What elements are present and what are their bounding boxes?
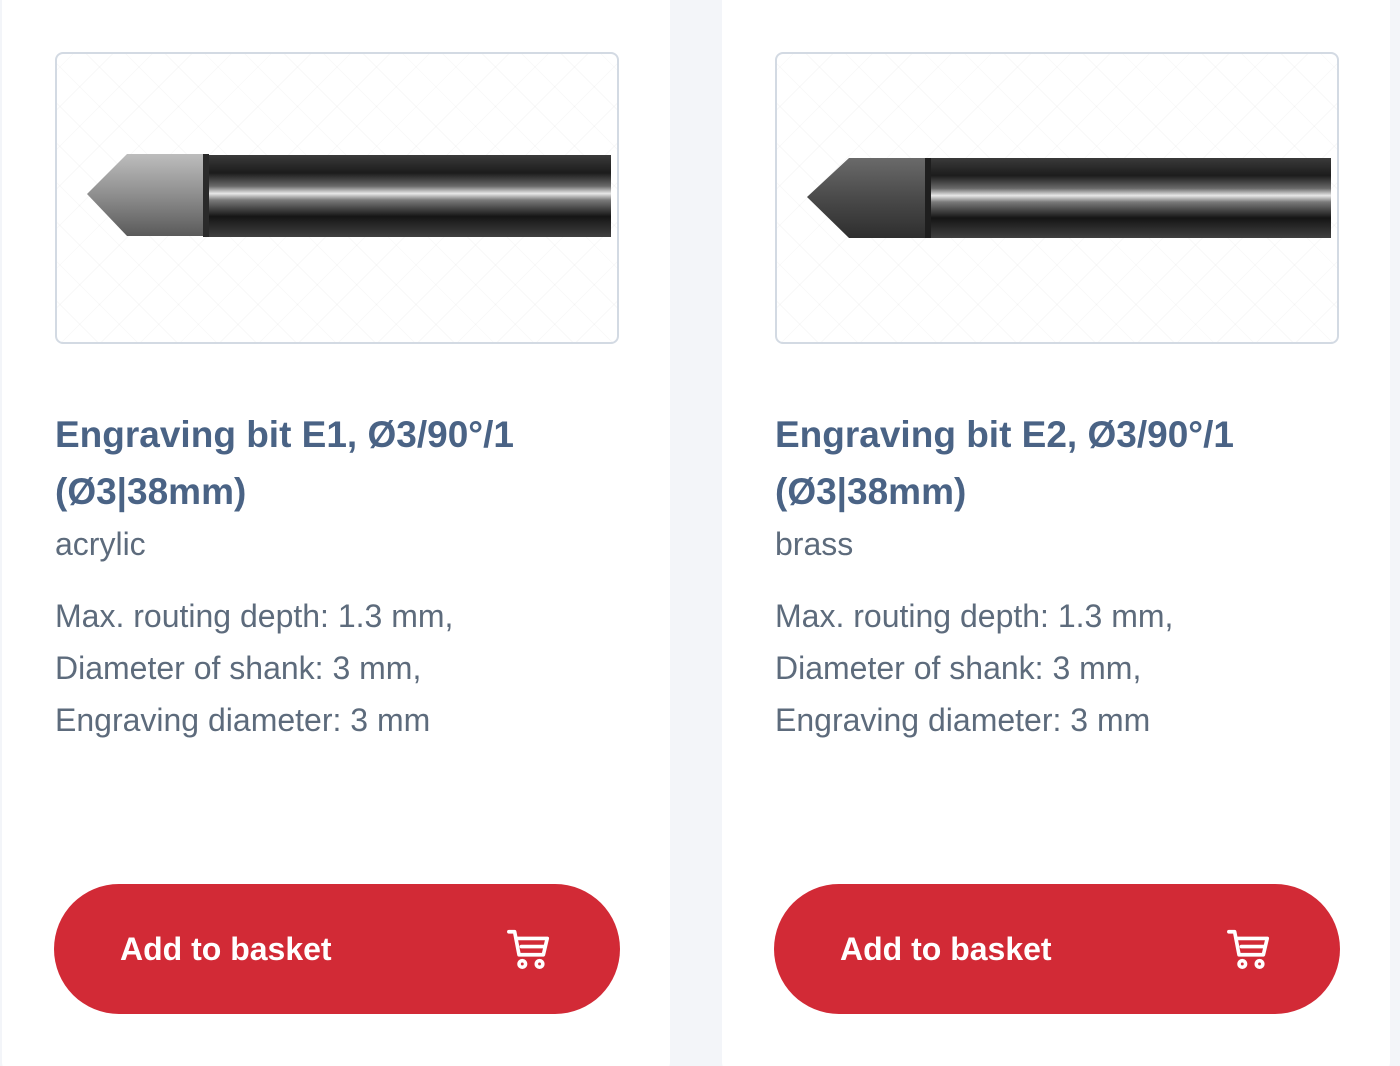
add-to-basket-button[interactable]: Add to basket — [774, 884, 1340, 1014]
spec-shank-diameter: Diameter of shank: 3 mm, — [775, 650, 1142, 686]
product-title-line: Engraving bit E2, Ø3/90°/1 — [775, 414, 1234, 455]
product-title-line: (Ø3|38mm) — [775, 471, 967, 512]
product-card: Engraving bit E1, Ø3/90°/1 (Ø3|38mm) acr… — [2, 0, 670, 1066]
product-specs: Max. routing depth: 1.3 mm, Diameter of … — [775, 590, 1365, 746]
product-material: acrylic — [55, 526, 146, 562]
spec-engraving-diameter: Engraving diameter: 3 mm — [55, 702, 431, 738]
product-title[interactable]: Engraving bit E1, Ø3/90°/1 (Ø3|38mm) — [55, 406, 635, 520]
product-title[interactable]: Engraving bit E2, Ø3/90°/1 (Ø3|38mm) — [775, 406, 1355, 520]
product-image[interactable] — [775, 52, 1339, 344]
add-to-basket-label: Add to basket — [120, 930, 332, 967]
product-title-line: (Ø3|38mm) — [55, 471, 247, 512]
engraving-bit-image — [807, 158, 1331, 238]
spec-shank-diameter: Diameter of shank: 3 mm, — [55, 650, 422, 686]
spec-routing-depth: Max. routing depth: 1.3 mm, — [775, 598, 1174, 634]
cart-icon — [507, 929, 550, 970]
product-image[interactable] — [55, 52, 619, 344]
add-to-basket-label: Add to basket — [840, 930, 1052, 967]
product-material: brass — [775, 526, 854, 562]
spec-routing-depth: Max. routing depth: 1.3 mm, — [55, 598, 454, 634]
engraving-bit-image — [87, 154, 611, 237]
cart-icon — [1227, 929, 1270, 970]
product-specs: Max. routing depth: 1.3 mm, Diameter of … — [55, 590, 645, 746]
spec-engraving-diameter: Engraving diameter: 3 mm — [775, 702, 1151, 738]
product-card: Engraving bit E2, Ø3/90°/1 (Ø3|38mm) bra… — [722, 0, 1390, 1066]
add-to-basket-button[interactable]: Add to basket — [54, 884, 620, 1014]
product-title-line: Engraving bit E1, Ø3/90°/1 — [55, 414, 514, 455]
